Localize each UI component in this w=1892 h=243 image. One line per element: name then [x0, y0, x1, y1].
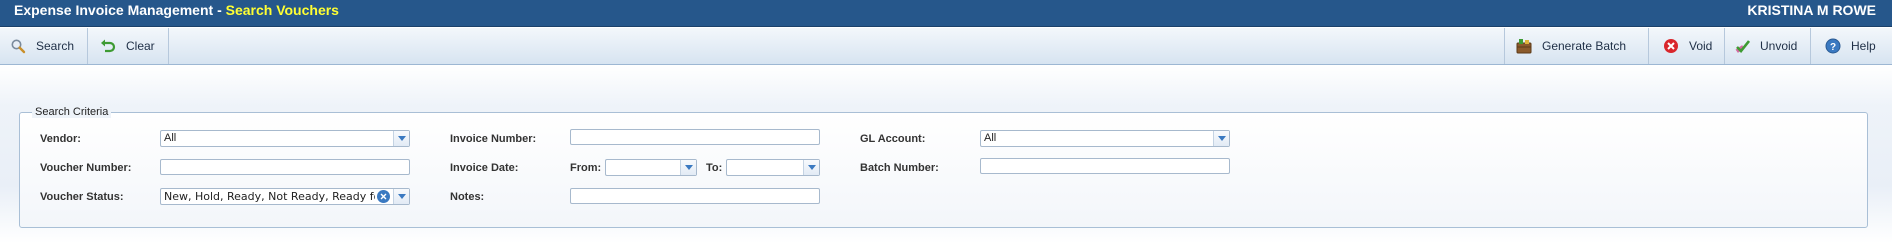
clear-button[interactable]: Clear	[88, 28, 169, 64]
search-icon	[10, 38, 26, 54]
void-icon	[1663, 38, 1679, 54]
generate-batch-icon	[1516, 38, 1532, 54]
generate-batch-button[interactable]: Generate Batch	[1504, 28, 1648, 64]
chevron-down-icon	[684, 165, 693, 170]
notes-label: Notes:	[450, 191, 485, 203]
user-name: KRISTINA M ROWE	[1747, 2, 1876, 18]
batch-number-label: Batch Number:	[860, 162, 939, 174]
search-criteria-legend: Search Criteria	[32, 106, 112, 118]
vendor-dropdown-button[interactable]	[393, 131, 409, 146]
chevron-down-icon	[397, 194, 406, 199]
unvoid-button[interactable]: Unvoid	[1724, 28, 1810, 64]
invoice-number-input[interactable]	[570, 129, 820, 145]
voucher-number-input[interactable]	[160, 159, 410, 175]
vendor-select[interactable]: All	[160, 130, 410, 147]
clear-button-label: Clear	[126, 39, 155, 53]
search-criteria-panel: Search Criteria Vendor: All Voucher Numb…	[19, 106, 1868, 228]
vendor-value: All	[164, 132, 177, 144]
voucher-status-dropdown-button[interactable]	[393, 189, 409, 204]
page: Expense Invoice Management - Search Vouc…	[0, 0, 1892, 243]
vendor-label: Vendor:	[40, 133, 81, 145]
invoice-number-label: Invoice Number:	[450, 133, 537, 145]
invoice-date-to-dropdown-button[interactable]	[803, 160, 819, 175]
app-header: Expense Invoice Management - Search Vouc…	[0, 0, 1892, 27]
undo-icon	[100, 38, 116, 54]
void-label: Void	[1689, 39, 1713, 53]
invoice-date-to-picker[interactable]	[726, 159, 820, 176]
chevron-down-icon	[807, 165, 816, 170]
generate-batch-label: Generate Batch	[1542, 39, 1627, 53]
voucher-status-value: New, Hold, Ready, Not Ready, Ready for B…	[164, 190, 375, 203]
unvoid-icon	[1734, 38, 1750, 54]
invoice-date-from-label: From:	[570, 162, 602, 174]
batch-number-input[interactable]	[980, 158, 1230, 174]
invoice-date-from-picker[interactable]	[605, 159, 697, 176]
gl-account-value: All	[984, 132, 997, 144]
notes-input[interactable]	[570, 188, 820, 204]
invoice-date-to-label: To:	[706, 162, 723, 174]
help-button[interactable]: ? Help	[1810, 28, 1892, 64]
voucher-status-label: Voucher Status:	[40, 191, 124, 203]
app-title: Expense Invoice Management - Search Vouc…	[14, 2, 339, 18]
voucher-number-label: Voucher Number:	[40, 162, 132, 174]
page-title: Search Vouchers	[225, 2, 339, 18]
svg-text:?: ?	[1830, 42, 1836, 53]
chevron-down-icon	[1217, 136, 1226, 141]
app-title-text: Expense Invoice Management -	[14, 2, 226, 18]
clear-selection-icon[interactable]	[377, 190, 390, 203]
voucher-status-select[interactable]: New, Hold, Ready, Not Ready, Ready for B…	[160, 188, 410, 205]
search-button-label: Search	[36, 39, 75, 53]
toolbar: Search Clear Generate Batch Void Unvoid …	[0, 28, 1892, 65]
search-button[interactable]: Search	[0, 28, 88, 64]
gl-account-dropdown-button[interactable]	[1213, 131, 1229, 146]
invoice-date-from-dropdown-button[interactable]	[680, 160, 696, 175]
void-button[interactable]: Void	[1648, 28, 1724, 64]
invoice-date-label: Invoice Date:	[450, 162, 519, 174]
unvoid-label: Unvoid	[1760, 39, 1798, 53]
gl-account-select[interactable]: All	[980, 130, 1230, 147]
help-icon: ?	[1825, 38, 1841, 54]
gl-account-label: GL Account:	[860, 133, 926, 145]
help-label: Help	[1851, 39, 1876, 53]
content-area: Search Criteria Vendor: All Voucher Numb…	[0, 66, 1892, 243]
chevron-down-icon	[397, 136, 406, 141]
